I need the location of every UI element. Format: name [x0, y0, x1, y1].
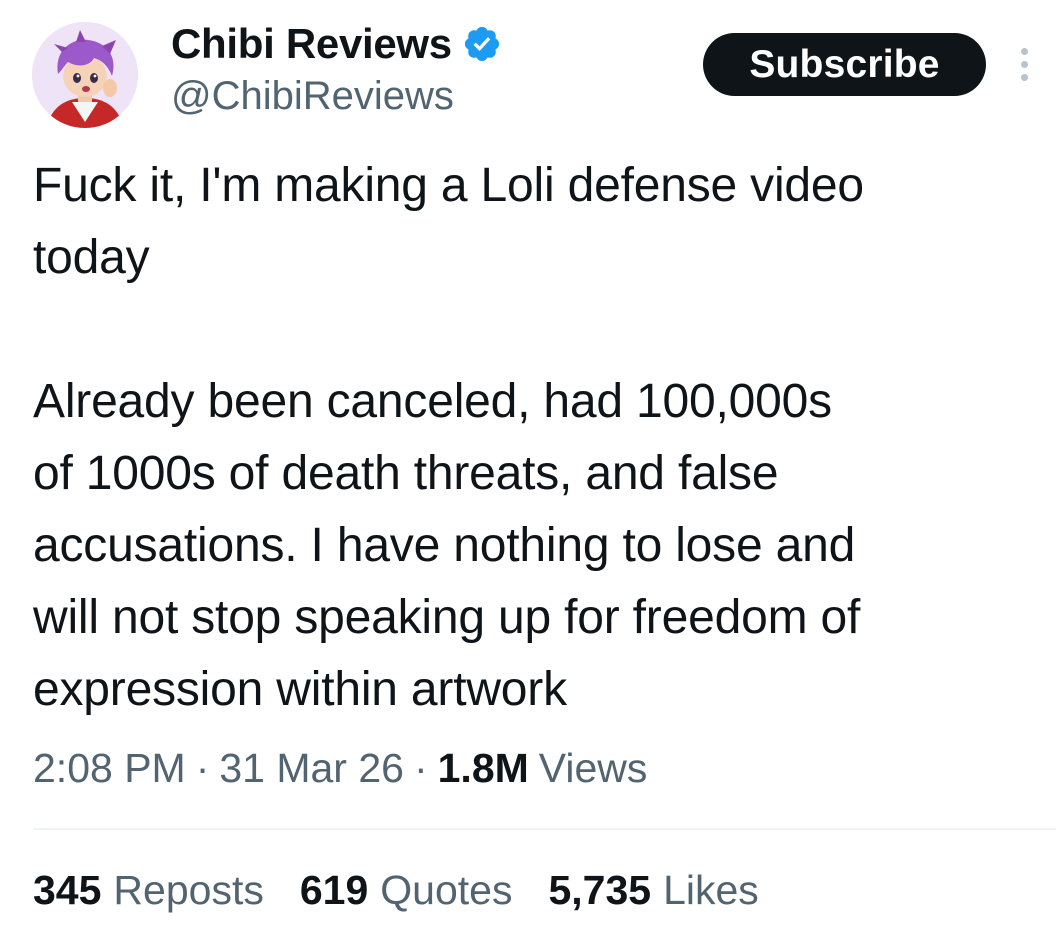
reposts-stat[interactable]: 345 Reposts [33, 867, 264, 914]
views-label[interactable]: Views [539, 745, 648, 792]
quotes-label: Quotes [380, 866, 513, 913]
engagement-stats: 345 Reposts 619 Quotes 5,735 Likes [33, 862, 795, 918]
vertical-ellipsis-icon[interactable] [1010, 44, 1040, 84]
tweet-header: Chibi Reviews @ChibiReviews Subscribe [0, 0, 1056, 140]
author-name-row: Chibi Reviews [171, 16, 502, 72]
quotes-stat[interactable]: 619 Quotes [300, 867, 513, 914]
verified-badge-icon[interactable] [462, 24, 502, 64]
tweet-date[interactable]: 31 Mar 26 [219, 745, 404, 792]
likes-count: 5,735 [548, 866, 652, 913]
quotes-count: 619 [299, 866, 369, 913]
display-name[interactable]: Chibi Reviews [171, 20, 452, 68]
views-count[interactable]: 1.8M [438, 745, 529, 792]
meta-separator: · [195, 744, 210, 791]
reposts-label: Reposts [113, 866, 264, 913]
avatar[interactable] [32, 22, 138, 128]
likes-label: Likes [663, 866, 759, 913]
subscribe-button[interactable]: Subscribe [703, 33, 986, 96]
reposts-count: 345 [33, 866, 102, 913]
divider [33, 828, 1056, 830]
author-handle[interactable]: @ChibiReviews [171, 74, 454, 119]
avatar-image [32, 22, 138, 128]
likes-stat[interactable]: 5,735 Likes [548, 867, 758, 914]
tweet-time[interactable]: 2:08 PM [33, 745, 186, 792]
tweet-meta-row: 2:08 PM · 31 Mar 26 · 1.8M Views [33, 740, 647, 796]
tweet-body-text: Fuck it, I'm making a Loli defense video… [33, 159, 864, 716]
meta-separator: · [413, 744, 428, 791]
